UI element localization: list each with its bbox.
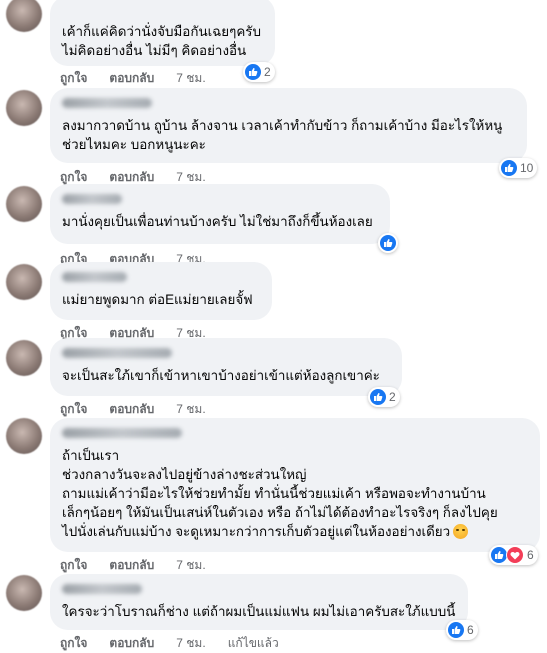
reaction-count: 6	[467, 623, 474, 637]
like-link[interactable]: ถูกใจ	[60, 400, 87, 419]
avatar[interactable]	[6, 340, 42, 376]
author-name-blurred[interactable]	[62, 98, 152, 108]
like-icon	[245, 64, 261, 80]
avatar[interactable]	[6, 418, 42, 454]
heart-icon	[506, 546, 524, 564]
comment-text: ถ้าเป็นเรา ช่วงกลางวันจะลงไปอยู่ข้างล่าง…	[62, 446, 528, 541]
reaction-count: 10	[520, 161, 534, 175]
like-icon	[380, 235, 396, 251]
author-name-blurred[interactable]	[62, 348, 172, 358]
avatar[interactable]	[6, 575, 42, 611]
comment-text: จะเป็นสะใภ้เขาก็เข้าหาเขาบ้างอย่าเข้าแต่…	[62, 368, 380, 383]
comment-text: ใครจะว่าโบราณก็ช่าง แต่ถ้าผมเป็นแม่แฟน ผ…	[62, 604, 456, 619]
avatar[interactable]	[6, 186, 42, 222]
comment-actions: ถูกใจ ตอบกลับ 7 ชม. แก้ไขแล้ว	[60, 634, 301, 653]
reaction-summary[interactable]: 2	[368, 387, 400, 407]
reaction-count: 2	[264, 65, 271, 79]
author-name-blurred[interactable]	[62, 194, 122, 204]
comment-bubble: ลงมากวาดบ้าน ถูบ้าน ล้างจาน เวลาเค้าทำกั…	[50, 88, 527, 163]
like-link[interactable]: ถูกใจ	[60, 69, 87, 88]
like-icon	[501, 160, 517, 176]
reaction-summary[interactable]	[378, 233, 398, 253]
like-icon	[448, 622, 464, 638]
like-icon	[370, 389, 386, 405]
reply-link[interactable]: ตอบกลับ	[109, 69, 154, 88]
reaction-summary[interactable]: 2	[243, 62, 275, 82]
like-icon	[491, 547, 507, 563]
timestamp[interactable]: 7 ชม.	[176, 400, 205, 419]
reply-link[interactable]: ตอบกลับ	[109, 400, 154, 419]
avatar[interactable]	[6, 0, 42, 32]
timestamp[interactable]: 7 ชม.	[176, 634, 205, 653]
comment-text: เค้าก็แค่คิดว่านั่งจับมือกันเฉยๆครับ ไม่…	[62, 24, 261, 58]
reply-link[interactable]: ตอบกลับ	[109, 634, 154, 653]
timestamp[interactable]: 7 ชม.	[176, 69, 205, 88]
reaction-summary[interactable]: 6	[489, 545, 538, 565]
timestamp[interactable]: 7 ชม.	[176, 556, 205, 575]
comment-text-body: ถ้าเป็นเรา ช่วงกลางวันจะลงไปอยู่ข้างล่าง…	[62, 448, 498, 539]
comment-bubble: ใครจะว่าโบราณก็ช่าง แต่ถ้าผมเป็นแม่แฟน ผ…	[50, 574, 468, 630]
author-name-blurred[interactable]	[62, 272, 127, 282]
comment-bubble: มานั่งคุยเป็นเพื่อนท่านบ้างครับ ไม่ใช่มา…	[50, 184, 390, 244]
like-link[interactable]: ถูกใจ	[60, 556, 87, 575]
avatar[interactable]	[6, 90, 42, 126]
comment-actions: ถูกใจ ตอบกลับ 7 ชม.	[60, 556, 228, 575]
comment-actions: ถูกใจ ตอบกลับ 7 ชม.	[60, 69, 228, 88]
comment-text: มานั่งคุยเป็นเพื่อนท่านบ้างครับ ไม่ใช่มา…	[62, 214, 373, 229]
comment-text: ลงมากวาดบ้าน ถูบ้าน ล้างจาน เวลาเค้าทำกั…	[62, 118, 503, 152]
comment-bubble: จะเป็นสะใภ้เขาก็เข้าหาเขาบ้างอย่าเข้าแต่…	[50, 338, 402, 396]
smirk-face-icon	[453, 524, 469, 539]
comment-actions: ถูกใจ ตอบกลับ 7 ชม.	[60, 400, 228, 419]
reaction-summary[interactable]: 10	[499, 158, 538, 178]
author-name-blurred[interactable]	[62, 584, 142, 594]
reaction-count: 2	[389, 390, 396, 404]
reaction-count: 6	[527, 548, 534, 562]
author-name-blurred[interactable]	[62, 428, 182, 438]
comment-bubble: แม่ยายพูดมาก ต่อEแม่ยายเลยจั้ฟ	[50, 262, 272, 320]
like-link[interactable]: ถูกใจ	[60, 634, 87, 653]
avatar[interactable]	[6, 264, 42, 300]
edited-label[interactable]: แก้ไขแล้ว	[228, 634, 279, 653]
comment-bubble: เค้าก็แค่คิดว่านั่งจับมือกันเฉยๆครับ ไม่…	[50, 0, 275, 66]
comment-text: แม่ยายพูดมาก ต่อEแม่ยายเลยจั้ฟ	[62, 292, 253, 307]
comment-bubble: ถ้าเป็นเรา ช่วงกลางวันจะลงไปอยู่ข้างล่าง…	[50, 418, 540, 552]
reaction-summary[interactable]: 6	[446, 620, 478, 640]
reply-link[interactable]: ตอบกลับ	[109, 556, 154, 575]
